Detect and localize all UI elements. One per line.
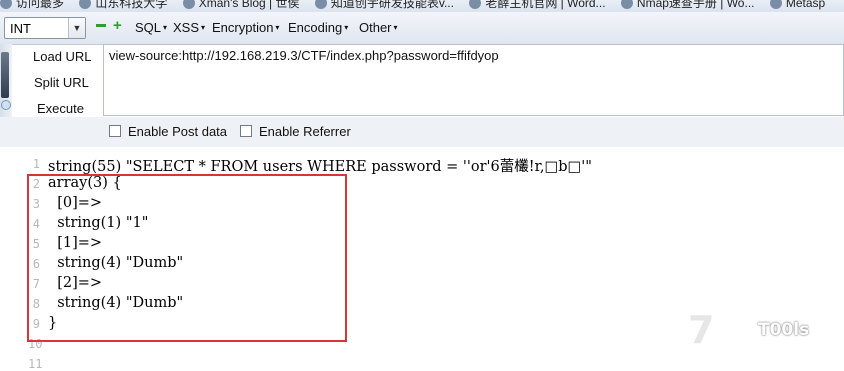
highlight-box [27,174,347,342]
watermark: 7 T00ls [688,308,838,358]
execute-button[interactable]: Execute [37,101,84,116]
bookmark-icon [469,0,482,9]
bookmark-item[interactable]: Xman's Blog | 世侯 [182,0,300,11]
enable-referrer-checkbox[interactable] [240,125,252,137]
bookmark-label: 访问最多 [16,0,65,10]
encryption-menu-label: Encryption [212,20,274,35]
bookmark-label: 山东科技大学 [95,0,168,10]
bookmark-label: Metasp [785,0,826,10]
sql-menu-label: SQL [135,20,162,35]
line-number: 11 [28,357,43,371]
play-icon [1,100,11,110]
enable-post-checkbox[interactable] [109,125,121,137]
enable-post-label[interactable]: Enable Post data [128,124,227,139]
minus-icon[interactable] [96,24,106,27]
other-menu[interactable]: Other ▾ [359,20,398,35]
bookmark-icon [620,0,633,9]
bookmark-icon [79,0,92,9]
options-bar: Enable Post data Enable Referrer [0,117,844,148]
bookmarks-list: 访问最多 山东科技大学 Xman's Blog | 世侯 知道创宇研发技能表v.… [0,0,837,12]
xss-menu[interactable]: XSS ▾ [173,20,205,35]
hackbar-toolbar: INT ▼ + SQL ▾ XSS ▾ Encryption ▾ Encoding ▾ … [0,12,844,45]
chevron-down-icon[interactable]: ▼ [68,18,85,38]
bookmark-item[interactable]: 山东科技大学 [79,0,167,11]
level-meter-icon [1,52,9,98]
bookmark-icon [0,0,12,9]
type-select-value: INT [10,21,31,36]
watermark-logo: 7 [688,308,714,352]
bookmark-item[interactable]: 访问最多 [0,0,64,11]
bookmark-item[interactable]: 知道创宇研发技能表v... [314,0,454,11]
source-line: string(55) "SELECT * FROM users WHERE pa… [48,159,592,175]
bookmark-icon [182,0,195,9]
caret-down-icon: ▾ [275,23,280,32]
encoding-menu-label: Encoding [288,20,343,35]
split-url-button[interactable]: Split URL [34,75,89,90]
bookmark-item[interactable]: 老薛主机官网 | Word... [469,0,606,11]
bookmark-label: 知道创宇研发技能表v... [330,0,454,10]
url-textarea[interactable]: view-source:http://192.168.219.3/CTF/ind… [103,44,844,116]
bookmark-label: Nmap速查手册 | Wo... [636,0,755,10]
url-value: view-source:http://192.168.219.3/CTF/ind… [109,48,499,63]
type-select[interactable]: INT ▼ [4,17,86,39]
bookmark-item[interactable]: Nmap速查手册 | Wo... [620,0,755,11]
bookmark-icon [314,0,327,9]
encoding-menu[interactable]: Encoding ▾ [288,20,348,35]
bookmark-label: 老薛主机官网 | Word... [485,0,606,10]
bookmark-icon [769,0,782,9]
bookmark-label: Xman's Blog | 世侯 [198,0,300,10]
plus-icon[interactable]: + [113,18,122,33]
watermark-text: T00ls [758,320,810,340]
bookmark-item[interactable]: Metasp [769,0,826,10]
sql-menu[interactable]: SQL ▾ [135,20,167,35]
encryption-menu[interactable]: Encryption ▾ [212,20,279,35]
caret-down-icon: ▾ [163,23,168,32]
load-url-button[interactable]: Load URL [33,49,92,64]
line-number: 1 [32,157,40,171]
caret-down-icon: ▾ [201,23,206,32]
caret-down-icon: ▾ [393,23,398,32]
other-menu-label: Other [359,20,392,35]
xss-menu-label: XSS [173,20,200,35]
enable-referrer-label[interactable]: Enable Referrer [259,124,351,139]
caret-down-icon: ▾ [344,23,349,32]
